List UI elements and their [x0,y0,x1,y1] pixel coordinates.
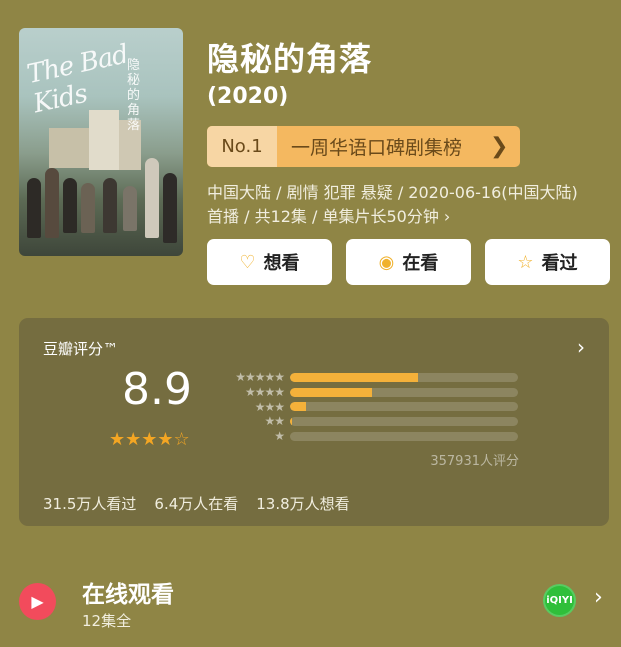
rating-stats: 31.5万人看过 6.4万人在看 13.8万人想看 [43,493,350,514]
bar-track [290,431,518,441]
chevron-right-icon: ❯ [490,134,509,159]
bar-fill [290,402,306,412]
poster-figure [123,186,137,231]
stat-want: 13.8万人想看 [256,495,350,513]
poster-image[interactable]: The Bad Kids 隐秘的角落 [19,28,183,256]
bar-star-label: ★★★★ [244,385,285,400]
online-watch-row[interactable]: ▶ 在线观看 12集全 iQIYI › [0,575,621,635]
chevron-right-icon[interactable]: › [594,585,603,610]
poster-title-script: The Bad Kids [24,39,131,120]
online-subtitle: 12集全 [82,612,132,630]
rank-label: 一周华语口碑剧集榜 [291,137,463,159]
target-icon: ◉ [378,251,395,273]
watched-button[interactable]: ☆ 看过 [485,239,610,285]
poster-figure [63,178,77,233]
bar-fill [290,387,373,397]
poster-figure [45,168,59,238]
meta-line: 中国大陆 / 剧情 犯罪 悬疑 / 2020-06-16(中国大陆) [207,183,578,202]
rank-badge[interactable]: No.1 一周华语口碑剧集榜 ❯ [207,126,520,167]
watching-label: 在看 [402,253,439,274]
poster-figure [145,158,159,238]
stat-watched: 31.5万人看过 [43,495,137,513]
poster-figure [27,178,41,238]
watched-label: 看过 [541,253,578,274]
poster-figure [103,178,117,233]
play-icon[interactable]: ▶ [19,583,56,620]
bar-fill [290,372,418,382]
show-meta[interactable]: 中国大陆 / 剧情 犯罪 悬疑 / 2020-06-16(中国大陆) 首播 / … [207,181,613,229]
bar-fill [290,416,293,426]
chevron-right-icon[interactable]: › [577,335,585,359]
bar-star-label: ★★★★★ [235,370,285,385]
bar-star-label: ★★★ [254,399,285,414]
bar-track [290,402,518,412]
action-buttons: ♡ 想看 ◉ 在看 ☆ 看过 [207,239,610,285]
show-year: (2020) [207,84,289,109]
rating-votes: 357931人评分 [430,454,519,469]
rating-bar-row: ★★★★★ [224,370,518,385]
poster-figure [163,173,177,243]
bar-track [290,387,518,397]
rating-score: 8.9 [122,364,192,415]
rank-number: No.1 [207,126,277,167]
bar-track [290,372,518,382]
poster-title-cn: 隐秘的角落 [127,58,141,133]
heart-plus-icon: ♡ [239,251,256,273]
show-title: 隐秘的角落 [207,40,373,78]
rating-bar-row: ★★★★ [224,385,518,400]
iqiyi-logo-icon[interactable]: iQIYI [543,584,576,617]
meta-line: 首播 / 共12集 / 单集片长50分钟 › [207,207,451,226]
rating-bar-row: ★★★ [224,399,518,414]
bar-star-label: ★ [274,429,285,444]
poster-building [49,128,89,168]
want-to-watch-button[interactable]: ♡ 想看 [207,239,332,285]
rating-bar-row: ★★ [224,414,518,429]
rating-card[interactable]: 豆瓣评分™ › 8.9 ★★★★☆ ★★★★★ ★★★★ ★★★ ★★ ★ 35… [19,318,609,526]
stat-watching: 6.4万人在看 [154,495,239,513]
poster-building [89,110,119,170]
poster-figure [81,183,95,233]
watching-button[interactable]: ◉ 在看 [346,239,471,285]
rating-title: 豆瓣评分™ [43,340,119,358]
bar-star-label: ★★ [264,414,285,429]
online-title: 在线观看 [82,582,174,608]
rating-bar-row: ★ [224,429,518,444]
bar-track [290,416,518,426]
want-to-watch-label: 想看 [263,253,300,274]
rating-distribution: ★★★★★ ★★★★ ★★★ ★★ ★ [224,370,518,443]
star-outline-icon: ☆ [517,251,534,273]
rating-stars: ★★★★☆ [109,429,190,450]
